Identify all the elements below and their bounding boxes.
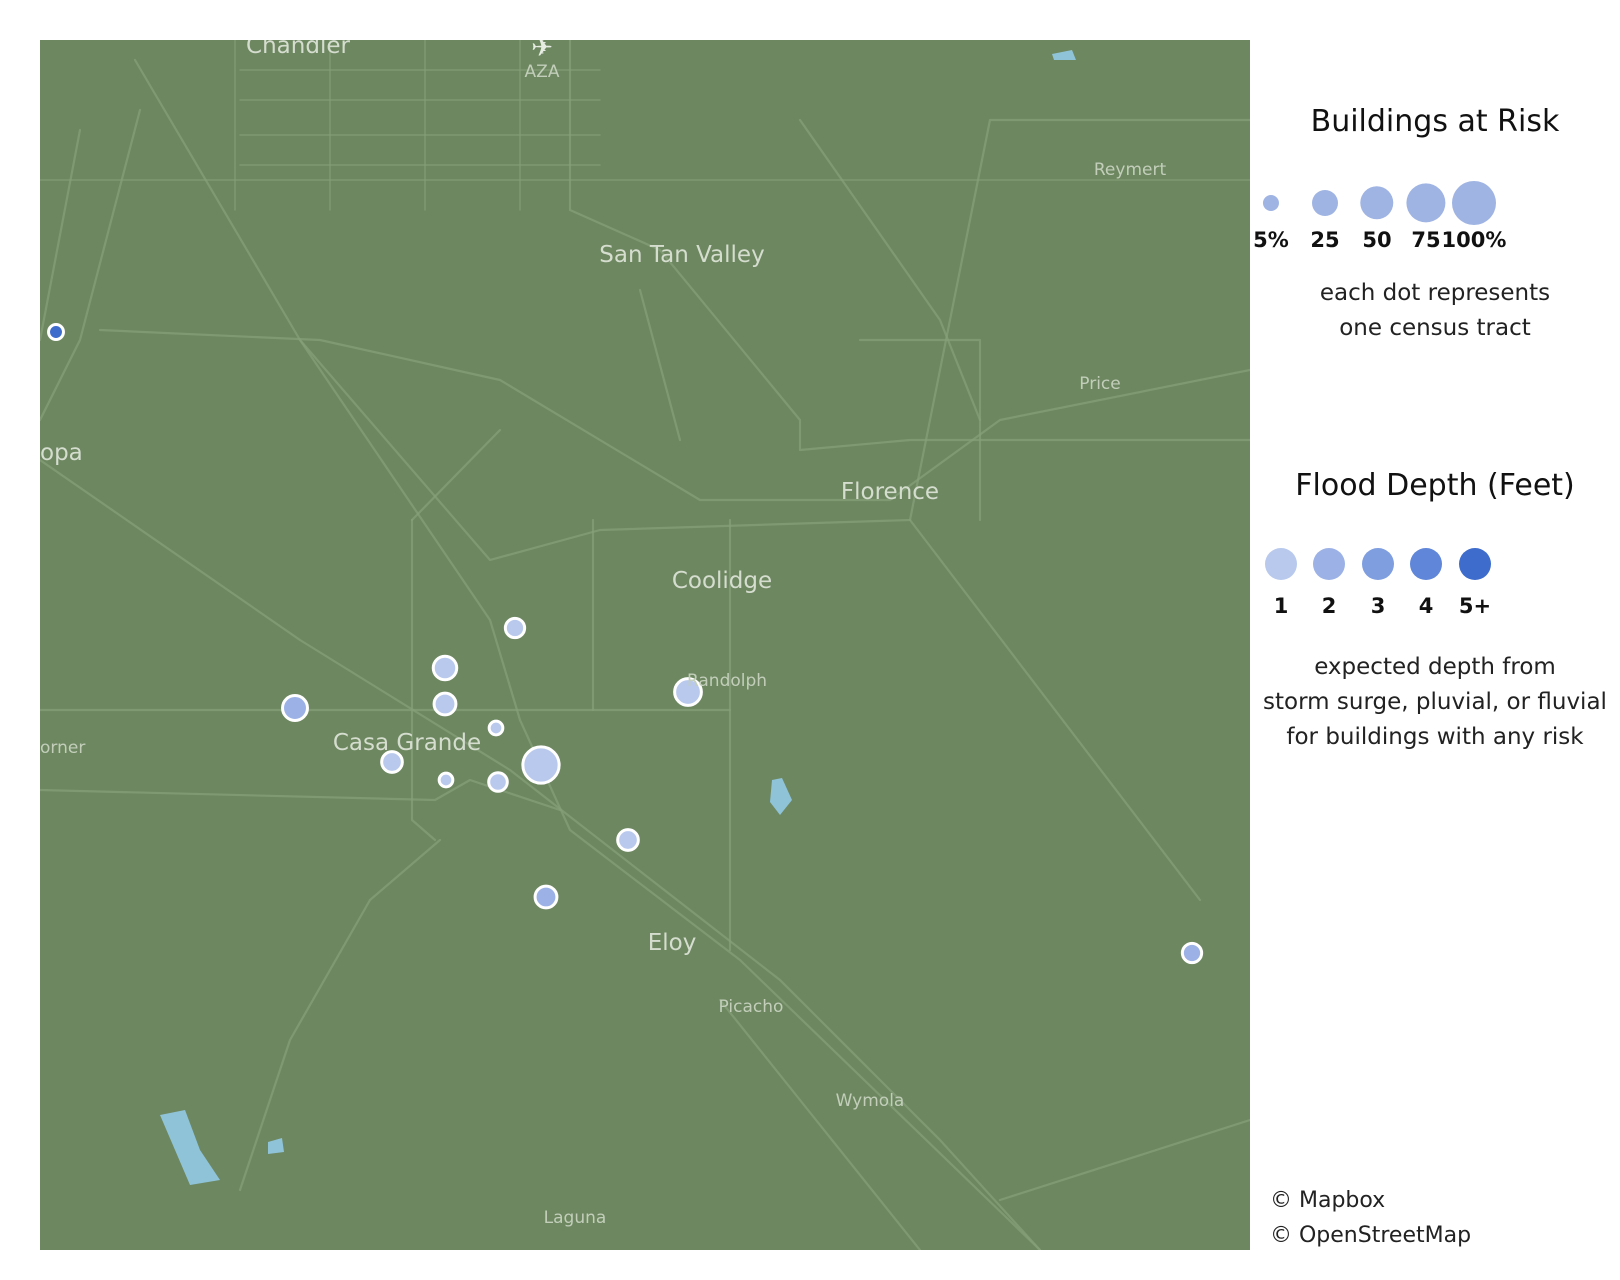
depth-legend-label: 5+ (1458, 594, 1492, 618)
size-legend-label: 25 (1310, 228, 1340, 252)
place-label: Casa Grande (332, 730, 482, 756)
depth-legend-note: expected depth from storm surge, pluvial… (1250, 650, 1620, 755)
size-legend-note: each dot represents one census tract (1250, 276, 1620, 346)
depth-legend-label: 2 (1321, 594, 1337, 618)
osm-credit[interactable]: © OpenStreetMap (1270, 1223, 1471, 1248)
road-line (298, 118, 1250, 562)
depth-legend-dots (1250, 540, 1620, 600)
road-line (998, 1118, 1250, 1202)
depth-legend-label: 3 (1370, 594, 1386, 618)
road-line (410, 428, 502, 522)
size-legend-dot (1360, 186, 1394, 220)
depth-note-line: expected depth from (1314, 654, 1556, 680)
road-line (40, 128, 82, 342)
water-body (160, 1110, 220, 1185)
mapbox-credit[interactable]: © Mapbox (1270, 1188, 1385, 1213)
place-label: Wymola (835, 1091, 905, 1111)
place-label: Laguna (543, 1208, 607, 1228)
place-label: Randolph (686, 671, 768, 691)
road-line (238, 838, 442, 1192)
place-label: AZA (524, 62, 560, 82)
size-note-line: one census tract (1339, 315, 1531, 341)
place-label: orner (40, 738, 86, 758)
census-tract-dot[interactable] (431, 654, 459, 682)
size-legend-label: 50 (1362, 228, 1392, 252)
road-line (798, 118, 982, 422)
census-tract-dot[interactable] (487, 719, 505, 737)
depth-legend-dot (1410, 548, 1442, 580)
census-tract-dot[interactable] (437, 771, 455, 789)
size-legend-label: 5% (1253, 228, 1289, 252)
depth-legend-label: 4 (1418, 594, 1434, 618)
census-tract-dot[interactable] (616, 828, 640, 852)
census-tract-dot[interactable] (1180, 941, 1204, 965)
road-line (638, 288, 682, 442)
airport-icon: ✈ (531, 40, 553, 63)
place-label: Price (1079, 374, 1121, 394)
depth-legend-dot (1362, 548, 1394, 580)
census-tract-dot[interactable] (281, 694, 309, 722)
place-label: Chandler (246, 40, 350, 59)
road-line (98, 328, 1250, 502)
depth-legend-dot (1265, 548, 1297, 580)
size-legend-label: 75 (1411, 228, 1441, 252)
census-tract-dot[interactable] (47, 323, 65, 341)
map-legend: Buildings at Risk 5% 25 50 75 100% each dot … (1250, 0, 1620, 1280)
depth-note-line: storm surge, pluvial, or fluvial (1263, 689, 1607, 715)
census-tract-dot[interactable] (521, 745, 561, 785)
road-line (40, 778, 562, 812)
depth-legend-label: 1 (1273, 594, 1289, 618)
road-line (133, 58, 1042, 1250)
size-legend-dot (1262, 194, 1280, 212)
place-label: San Tan Valley (599, 242, 765, 268)
size-legend-dot (1312, 190, 1338, 216)
size-legend-label: 100% (1441, 228, 1507, 252)
place-label: opa (40, 440, 83, 466)
water-body (268, 1138, 284, 1154)
size-legend-title: Buildings at Risk (1310, 104, 1560, 139)
water-body (1052, 50, 1076, 60)
place-label: Coolidge (671, 568, 773, 594)
depth-legend-dot (1459, 548, 1491, 580)
place-label: Eloy (647, 930, 697, 956)
census-tract-dot[interactable] (533, 884, 559, 910)
depth-legend-dot (1313, 548, 1345, 580)
place-label: Reymert (1093, 160, 1167, 180)
depth-note-line: for buildings with any risk (1286, 724, 1584, 750)
size-legend-dot (1452, 181, 1496, 225)
road-line (908, 518, 1202, 902)
census-tract-dot[interactable] (503, 616, 527, 640)
size-legend-dot (1406, 183, 1446, 223)
depth-legend-title: Flood Depth (Feet) (1295, 468, 1575, 503)
map-canvas[interactable]: Chandler AZA San Tan Valley Reymert Price opa… (40, 40, 1250, 1250)
place-label: Florence (840, 479, 940, 505)
census-tract-dot[interactable] (487, 771, 509, 793)
size-note-line: each dot represents (1319, 280, 1551, 306)
census-tract-dot[interactable] (432, 691, 458, 717)
water-body (770, 778, 792, 815)
road-line (410, 518, 437, 842)
place-label: Picacho (718, 997, 784, 1017)
map-basemap (40, 40, 1250, 1250)
